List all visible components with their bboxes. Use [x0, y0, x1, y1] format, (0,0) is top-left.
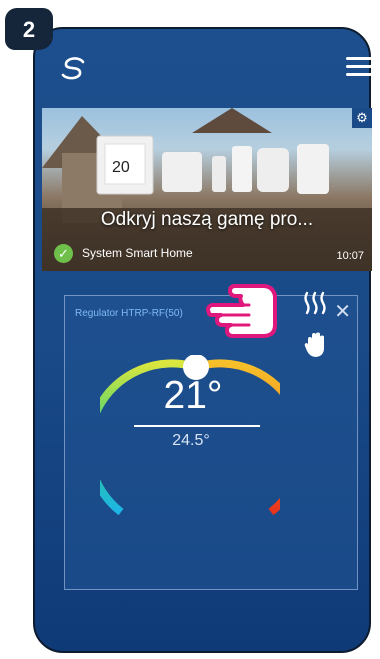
- banner-title: Odkryj naszą gamę pro...: [100, 209, 314, 230]
- current-temperature: 24.5°: [172, 432, 210, 449]
- gear-icon: ⚙: [356, 110, 368, 125]
- tap-pointer-icon: [206, 284, 277, 338]
- hamburger-menu-icon[interactable]: [346, 57, 372, 77]
- device-title: Regulator HTRP-RF(50): [75, 308, 183, 319]
- temperature-divider: [134, 425, 260, 427]
- check-circle-icon: ✓: [54, 244, 73, 263]
- step-badge: 2: [5, 8, 53, 50]
- setpoint-temperature: 21°: [163, 374, 223, 417]
- close-icon[interactable]: ✕: [334, 299, 351, 324]
- hand-icon: [304, 332, 324, 357]
- promo-banner[interactable]: 20 ⚙ Odkryj naszą gamę pro... ✓ System S…: [42, 108, 372, 271]
- banner-label: System Smart Home: [82, 246, 193, 260]
- banner-time: 10:07: [336, 250, 364, 262]
- banner-settings[interactable]: ⚙: [352, 108, 372, 128]
- heating-icon: [304, 291, 326, 315]
- thermostat-display: 20: [112, 159, 130, 176]
- smart-home-logo: [61, 57, 85, 80]
